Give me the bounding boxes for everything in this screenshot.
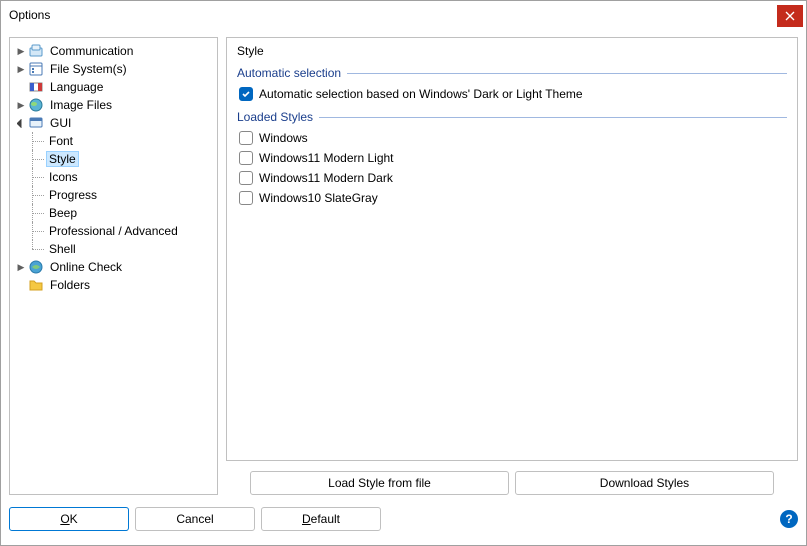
style-option-windows[interactable]: Windows — [237, 128, 787, 148]
group-label-text: Automatic selection — [237, 66, 341, 80]
checkbox-unchecked-icon — [239, 191, 253, 205]
default-button[interactable]: Default — [261, 507, 381, 531]
close-icon — [785, 11, 795, 21]
tree-label: Professional / Advanced — [46, 223, 181, 239]
tree-item-progress[interactable]: Progress — [26, 186, 215, 204]
tree-label: Icons — [46, 169, 81, 185]
right-panel: Style Automatic selection Automatic sele… — [226, 37, 798, 495]
help-icon: ? — [785, 512, 792, 526]
group-loaded-styles: Loaded Styles — [237, 110, 787, 124]
tree-label: Beep — [46, 205, 80, 221]
filesystem-icon — [28, 61, 44, 77]
tree-item-professional[interactable]: Professional / Advanced — [26, 222, 215, 240]
tree-label: Progress — [46, 187, 100, 203]
chevron-down-icon[interactable] — [14, 116, 28, 130]
divider — [319, 117, 787, 118]
checkbox-unchecked-icon — [239, 171, 253, 185]
tree-label: Folders — [47, 277, 93, 293]
cancel-button[interactable]: Cancel — [135, 507, 255, 531]
download-styles-button[interactable]: Download Styles — [515, 471, 774, 495]
checkbox-label: Windows11 Modern Dark — [259, 171, 393, 185]
folders-icon — [28, 277, 44, 293]
style-panel: Style Automatic selection Automatic sele… — [226, 37, 798, 461]
tree-item-font[interactable]: Font — [26, 132, 215, 150]
tree-item-shell[interactable]: Shell — [26, 240, 215, 258]
content-area: ▶ Communication ▶ File System(s) ▶ Langu… — [1, 29, 806, 503]
tree-label: Image Files — [47, 97, 115, 113]
checkbox-unchecked-icon — [239, 131, 253, 145]
chevron-right-icon[interactable]: ▶ — [14, 62, 28, 76]
group-automatic: Automatic selection — [237, 66, 787, 80]
style-option-win11-light[interactable]: Windows11 Modern Light — [237, 148, 787, 168]
checkbox-label: Automatic selection based on Windows' Da… — [259, 87, 583, 101]
checkbox-unchecked-icon — [239, 151, 253, 165]
load-style-button[interactable]: Load Style from file — [250, 471, 509, 495]
tree-item-filesystem[interactable]: ▶ File System(s) — [12, 60, 215, 78]
tree-item-communication[interactable]: ▶ Communication — [12, 42, 215, 60]
default-label: efault — [311, 512, 340, 526]
tree-label: GUI — [47, 115, 74, 131]
chevron-right-icon[interactable]: ▶ — [14, 44, 28, 58]
checkbox-label: Windows11 Modern Light — [259, 151, 394, 165]
chevron-right-icon[interactable]: ▶ — [14, 98, 28, 112]
tree-item-imagefiles[interactable]: ▶ Image Files — [12, 96, 215, 114]
gui-children: Font Style Icons Progress Beep Professio… — [12, 132, 215, 258]
options-tree[interactable]: ▶ Communication ▶ File System(s) ▶ Langu… — [9, 37, 218, 495]
communication-icon — [28, 43, 44, 59]
footer: OK Cancel Default ? — [1, 503, 806, 539]
style-buttons: Load Style from file Download Styles — [226, 461, 798, 495]
chevron-right-icon[interactable]: ▶ — [14, 260, 28, 274]
divider — [347, 73, 787, 74]
tree-label: Communication — [47, 43, 136, 59]
image-files-icon — [28, 97, 44, 113]
language-icon — [28, 79, 44, 95]
tree-item-onlinecheck[interactable]: ▶ Online Check — [12, 258, 215, 276]
tree-item-gui[interactable]: GUI — [12, 114, 215, 132]
ok-label: K — [70, 512, 78, 526]
gui-icon — [28, 115, 44, 131]
titlebar: Options — [1, 1, 806, 29]
checkbox-label: Windows10 SlateGray — [259, 191, 378, 205]
tree-item-beep[interactable]: Beep — [26, 204, 215, 222]
group-label-text: Loaded Styles — [237, 110, 313, 124]
tree-label: Style — [46, 151, 79, 167]
online-check-icon — [28, 259, 44, 275]
panel-title: Style — [237, 44, 787, 58]
tree-label: Online Check — [47, 259, 125, 275]
auto-selection-checkbox[interactable]: Automatic selection based on Windows' Da… — [237, 84, 787, 104]
style-option-win11-dark[interactable]: Windows11 Modern Dark — [237, 168, 787, 188]
close-button[interactable] — [777, 5, 803, 27]
tree-item-folders[interactable]: ▶ Folders — [12, 276, 215, 294]
help-button[interactable]: ? — [780, 510, 798, 528]
tree-item-language[interactable]: ▶ Language — [12, 78, 215, 96]
style-option-win10-slategray[interactable]: Windows10 SlateGray — [237, 188, 787, 208]
tree-label: Font — [46, 133, 76, 149]
tree-item-style[interactable]: Style — [26, 150, 215, 168]
tree-label: File System(s) — [47, 61, 130, 77]
ok-button[interactable]: OK — [9, 507, 129, 531]
window-title: Options — [9, 8, 50, 22]
tree-label: Language — [47, 79, 106, 95]
checkbox-label: Windows — [259, 131, 308, 145]
tree-item-icons[interactable]: Icons — [26, 168, 215, 186]
checkbox-checked-icon — [239, 87, 253, 101]
tree-label: Shell — [46, 241, 79, 257]
